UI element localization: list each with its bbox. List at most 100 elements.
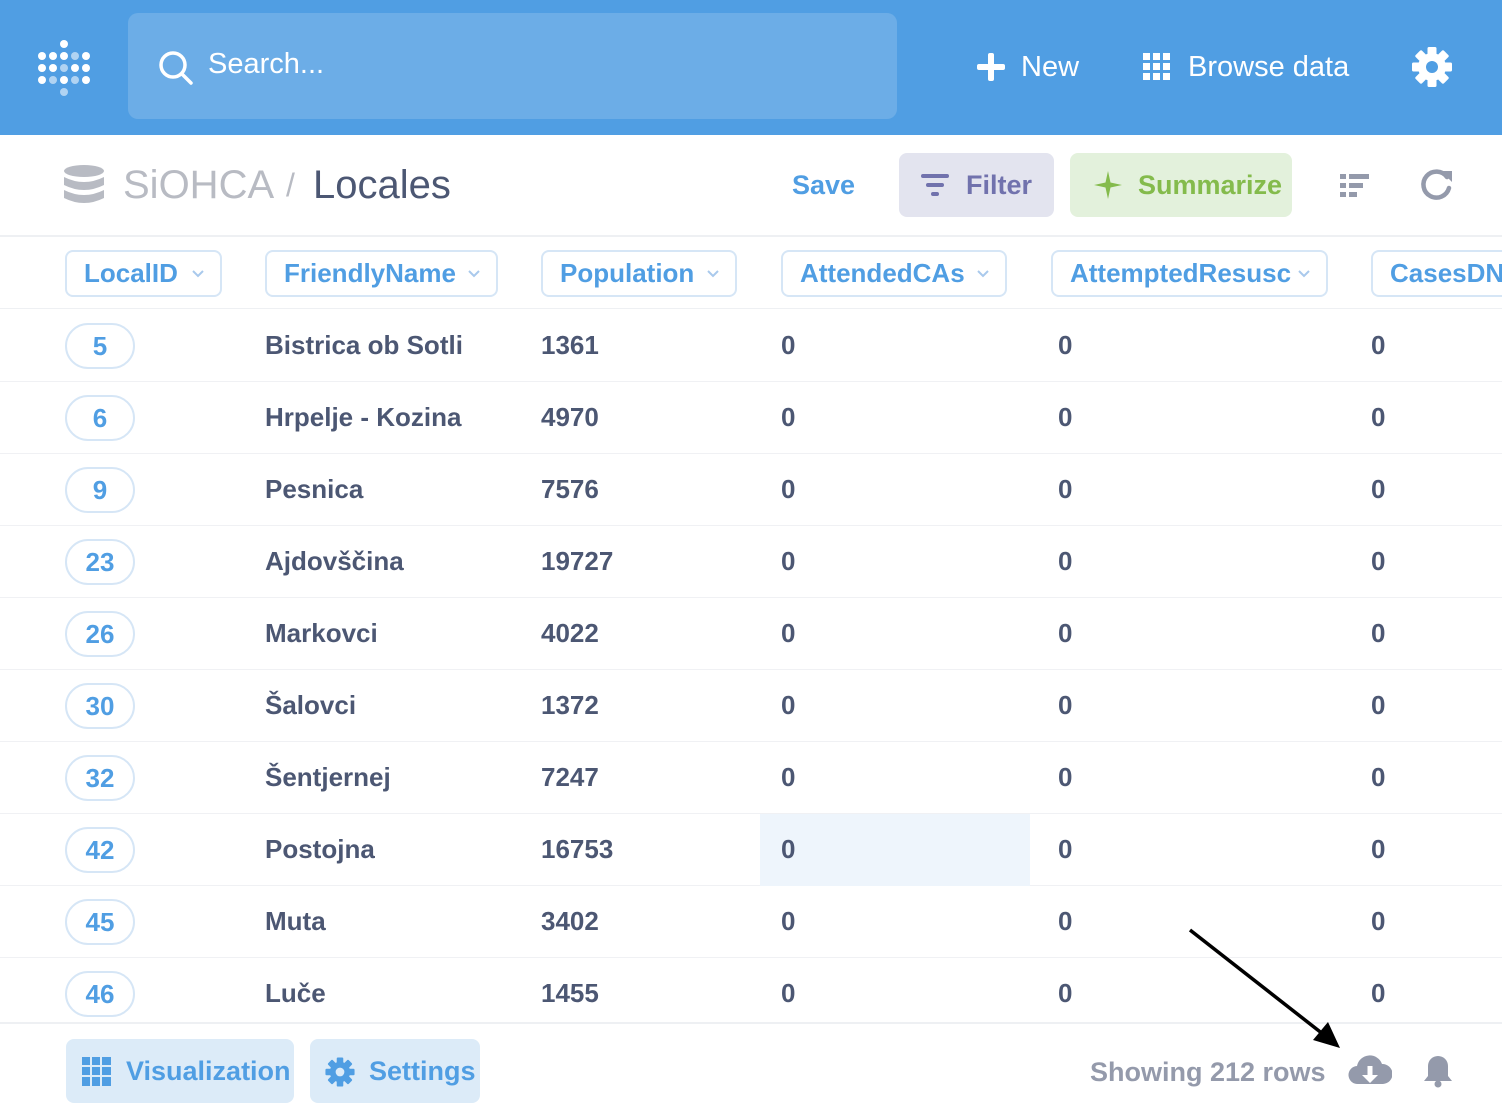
visualization-button[interactable]: Visualization: [66, 1039, 294, 1103]
table-cell[interactable]: 19727: [541, 546, 613, 577]
table-cell[interactable]: 3402: [541, 906, 599, 937]
table-cell[interactable]: Luče: [265, 978, 326, 1009]
table-cell[interactable]: 0: [781, 978, 795, 1009]
table-cell[interactable]: Ajdovščina: [265, 546, 404, 577]
list-view-icon[interactable]: [1340, 172, 1372, 200]
table-cell[interactable]: 0: [1371, 618, 1385, 649]
table-cell[interactable]: 1361: [541, 330, 599, 361]
table-cell[interactable]: Šalovci: [265, 690, 356, 721]
table-row: 42 Postojna 16753 0 0 0: [0, 814, 1502, 886]
row-id-link[interactable]: 46: [65, 971, 135, 1017]
gear-icon[interactable]: [1410, 45, 1454, 89]
table-cell[interactable]: 0: [1058, 690, 1072, 721]
table-cell[interactable]: Markovci: [265, 618, 378, 649]
table-cell[interactable]: 4022: [541, 618, 599, 649]
table-cell[interactable]: Muta: [265, 906, 326, 937]
table-cell[interactable]: Pesnica: [265, 474, 363, 505]
chevron-down-icon: [468, 270, 480, 278]
table-cell[interactable]: 0: [1058, 834, 1072, 865]
table-cell[interactable]: Postojna: [265, 834, 375, 865]
download-icon[interactable]: [1348, 1054, 1392, 1090]
table-cell[interactable]: 0: [1058, 546, 1072, 577]
table-cell[interactable]: 0: [781, 906, 795, 937]
table-row: 32 Šentjernej 7247 0 0 0: [0, 742, 1502, 814]
column-header-attemptedresusc[interactable]: AttemptedResusc: [1051, 250, 1328, 297]
row-id-link[interactable]: 6: [65, 395, 135, 441]
table-cell[interactable]: 0: [781, 834, 795, 865]
table-cell[interactable]: 0: [1058, 762, 1072, 793]
row-id-link[interactable]: 9: [65, 467, 135, 513]
row-id-link[interactable]: 42: [65, 827, 135, 873]
table-cell[interactable]: 0: [1058, 330, 1072, 361]
header-divider: [0, 308, 1502, 309]
column-header-casesdnr[interactable]: CasesDNR: [1371, 250, 1502, 297]
search-icon: [159, 51, 193, 85]
row-id-link[interactable]: 45: [65, 899, 135, 945]
table-row: 26 Markovci 4022 0 0 0: [0, 598, 1502, 670]
breadcrumb-database[interactable]: SiOHCA: [123, 163, 274, 208]
table-cell[interactable]: 7576: [541, 474, 599, 505]
table-cell[interactable]: 0: [1371, 330, 1385, 361]
column-header-label: LocalID: [84, 258, 178, 288]
table-cell[interactable]: 1455: [541, 978, 599, 1009]
chevron-down-icon: [707, 270, 719, 278]
column-header-label: FriendlyName: [284, 258, 456, 288]
row-id-link[interactable]: 30: [65, 683, 135, 729]
table-cell[interactable]: 0: [1371, 402, 1385, 433]
table-cell[interactable]: 0: [781, 762, 795, 793]
table-cell[interactable]: 0: [781, 474, 795, 505]
column-header-localid[interactable]: LocalID: [65, 250, 222, 297]
column-header-label: Population: [560, 258, 695, 288]
table-cell[interactable]: 0: [1058, 906, 1072, 937]
table-row: 23 Ajdovščina 19727 0 0 0: [0, 526, 1502, 598]
save-button[interactable]: Save: [792, 170, 855, 201]
page-title: Locales: [313, 163, 451, 207]
table-cell[interactable]: 0: [1058, 402, 1072, 433]
row-id-link[interactable]: 5: [65, 323, 135, 369]
column-header-friendlyname[interactable]: FriendlyName: [265, 250, 498, 297]
summarize-button[interactable]: Summarize: [1070, 153, 1292, 217]
row-id-link[interactable]: 32: [65, 755, 135, 801]
hovered-cell-highlight: [760, 814, 1030, 886]
table-cell[interactable]: 0: [1371, 762, 1385, 793]
table-cell[interactable]: 0: [1371, 546, 1385, 577]
table-cell[interactable]: 0: [781, 402, 795, 433]
table-cell[interactable]: 0: [781, 690, 795, 721]
browse-data-button[interactable]: Browse data: [1141, 44, 1349, 90]
filter-button[interactable]: Filter: [899, 153, 1054, 217]
table-cell[interactable]: Šentjernej: [265, 762, 391, 793]
table-grid-icon: [82, 1057, 111, 1086]
annotation-arrow-icon: [1188, 928, 1340, 1048]
table-cell[interactable]: 0: [1058, 618, 1072, 649]
table-cell[interactable]: 0: [1371, 978, 1385, 1009]
settings-button[interactable]: Settings: [310, 1039, 480, 1103]
table-cell[interactable]: 1372: [541, 690, 599, 721]
column-header-label: CasesDNR: [1390, 258, 1502, 288]
search-placeholder[interactable]: Search...: [208, 48, 324, 81]
new-button[interactable]: New: [975, 44, 1079, 90]
row-id-link[interactable]: 26: [65, 611, 135, 657]
table-cell[interactable]: 0: [781, 546, 795, 577]
table-cell[interactable]: 0: [781, 618, 795, 649]
column-header-label: AttendedCAs: [800, 258, 965, 288]
table-cell[interactable]: 7247: [541, 762, 599, 793]
bell-icon[interactable]: [1422, 1054, 1454, 1088]
grid-icon: [1143, 53, 1170, 80]
table-cell[interactable]: Hrpelje - Kozina: [265, 402, 461, 433]
column-header-attendedcas[interactable]: AttendedCAs: [781, 250, 1007, 297]
table-cell[interactable]: 0: [1371, 834, 1385, 865]
column-header-population[interactable]: Population: [541, 250, 737, 297]
table-cell[interactable]: 0: [1058, 474, 1072, 505]
table-cell[interactable]: 0: [1371, 474, 1385, 505]
table-cell[interactable]: 0: [1371, 690, 1385, 721]
chevron-down-icon: [977, 270, 989, 278]
row-id-link[interactable]: 23: [65, 539, 135, 585]
table-cell[interactable]: 0: [1371, 906, 1385, 937]
table-cell[interactable]: 16753: [541, 834, 613, 865]
table-cell[interactable]: 4970: [541, 402, 599, 433]
metabase-logo-icon[interactable]: [38, 34, 92, 100]
table-cell[interactable]: 0: [781, 330, 795, 361]
table-cell[interactable]: 0: [1058, 978, 1072, 1009]
refresh-icon[interactable]: [1420, 168, 1454, 202]
table-cell[interactable]: Bistrica ob Sotli: [265, 330, 463, 361]
